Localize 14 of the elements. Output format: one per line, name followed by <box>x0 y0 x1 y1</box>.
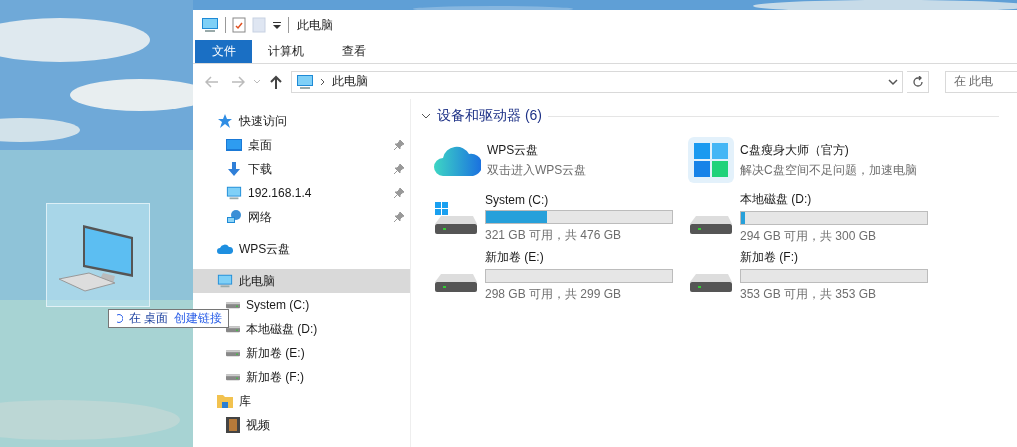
drive-space: 321 GB 可用，共 476 GB <box>485 226 623 244</box>
item-name: WPS云盘 <box>487 141 540 159</box>
drive-space: 294 GB 可用，共 300 GB <box>740 228 878 245</box>
item-subtitle: 解决C盘空间不足问题，加速电脑 <box>740 161 917 179</box>
drive-name: 本地磁盘 (D:) <box>740 191 813 208</box>
section-title: 设备和驱动器 (6) <box>437 107 542 125</box>
item-name: C盘瘦身大师（官方) <box>740 141 850 159</box>
drive-name: 新加卷 (E:) <box>485 249 545 266</box>
drive-space: 353 GB 可用，共 353 GB <box>740 286 878 303</box>
drive-space: 298 GB 可用，共 299 GB <box>485 286 623 303</box>
drive-name: System (C:) <box>485 192 550 207</box>
window-title: 此电脑 <box>297 16 333 34</box>
item-subtitle: 双击进入WPS云盘 <box>487 161 587 179</box>
drive-name: 新加卷 (F:) <box>740 249 799 266</box>
